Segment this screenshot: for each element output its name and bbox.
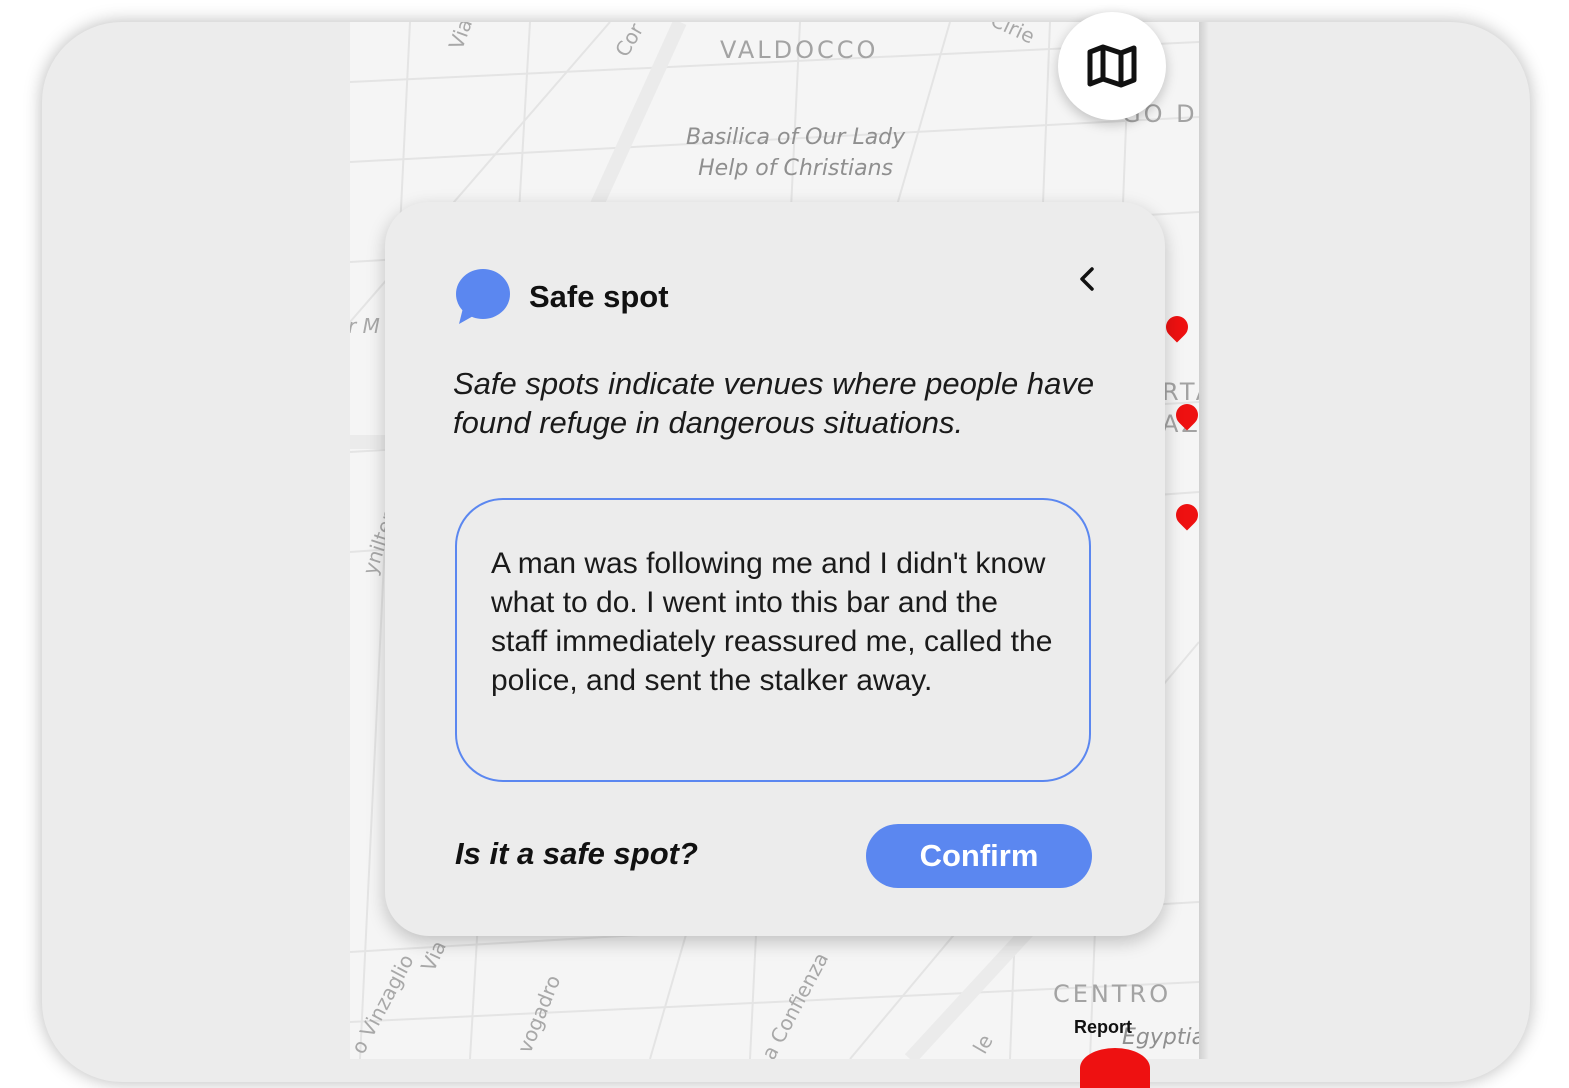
district-label-rta: RTA	[1162, 378, 1199, 406]
map-icon	[1087, 44, 1137, 88]
story-text-box: A man was following me and I didn't know…	[455, 498, 1091, 782]
poi-label-basilica: Basilica of Our Lady Help of Christians	[686, 122, 905, 184]
district-label-valdocco: VALDOCCO	[720, 36, 879, 64]
card-description: Safe spots indicate venues where people …	[453, 366, 1095, 440]
report-button[interactable]	[1080, 1048, 1150, 1088]
map-edge-shadow	[1199, 22, 1209, 1059]
chevron-left-icon[interactable]	[1075, 266, 1101, 292]
street-label-partial-left: r M	[350, 314, 380, 338]
confirm-button[interactable]: Confirm	[866, 824, 1092, 888]
report-label: Report	[1074, 1017, 1132, 1037]
map-toggle-button[interactable]	[1058, 12, 1166, 120]
poi-label-line1: Basilica of Our Lady	[686, 125, 906, 150]
safe-spot-card: Safe spot Safe spots indicate venues whe…	[385, 202, 1165, 936]
safe-spot-question: Is it a safe spot?	[455, 836, 698, 871]
poi-label-egyptian: Egyptia	[1122, 1025, 1199, 1050]
card-title: Safe spot	[529, 279, 669, 314]
card-header: Safe spot	[455, 268, 669, 326]
district-label-centro: CENTRO	[1053, 980, 1172, 1008]
poi-label-line2: Help of Christians	[698, 156, 894, 181]
chat-bubble-icon	[456, 269, 510, 324]
